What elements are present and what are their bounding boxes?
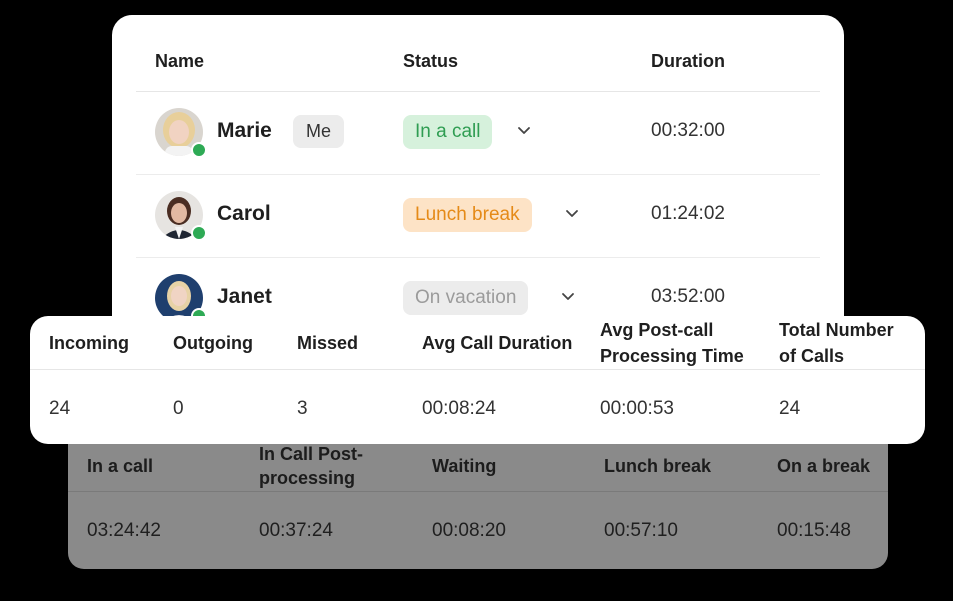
lunch-break-value: 00:57:10 bbox=[604, 520, 678, 541]
status-times-card: In a call In Call Post- processing Waiti… bbox=[68, 444, 888, 569]
avg-post-call-header-line2: Processing Time bbox=[600, 346, 744, 366]
waiting-value: 00:08:20 bbox=[432, 520, 506, 541]
avg-post-call-header-line1: Avg Post-call bbox=[600, 320, 714, 340]
me-badge: Me bbox=[293, 115, 345, 148]
incoming-value: 24 bbox=[49, 398, 71, 419]
total-calls-value: 24 bbox=[779, 398, 801, 419]
agents-table-header: Name Status Duration bbox=[136, 41, 820, 92]
name-column-header: Name bbox=[155, 51, 205, 71]
agent-name: Carol bbox=[217, 202, 271, 225]
online-indicator bbox=[191, 142, 207, 158]
status-column-header: Status bbox=[403, 51, 459, 71]
avatar bbox=[155, 108, 207, 158]
avg-post-call-value: 00:00:53 bbox=[600, 398, 674, 419]
agents-card: Name Status Duration Marie Me In a call … bbox=[112, 15, 844, 345]
status-pill[interactable]: On vacation bbox=[403, 281, 529, 315]
outgoing-header: Outgoing bbox=[173, 333, 253, 353]
incoming-header: Incoming bbox=[49, 333, 129, 353]
lunch-break-header: Lunch break bbox=[604, 456, 712, 476]
avatar bbox=[155, 191, 207, 241]
status-pill[interactable]: In a call bbox=[403, 115, 493, 149]
post-processing-header-line2: processing bbox=[259, 468, 356, 488]
total-calls-header-line1: Total Number bbox=[779, 320, 894, 340]
on-a-break-header: On a break bbox=[777, 456, 871, 476]
duration-value: 03:52:00 bbox=[651, 286, 725, 307]
total-calls-header-line2: of Calls bbox=[779, 346, 845, 366]
agent-name: Janet bbox=[217, 285, 272, 308]
status-pill[interactable]: Lunch break bbox=[403, 198, 532, 232]
duration-column-header: Duration bbox=[651, 51, 725, 71]
status-times-header: In a call In Call Post- processing Waiti… bbox=[68, 444, 888, 492]
call-stats-header: Incoming Outgoing Missed Avg Call Durati… bbox=[30, 316, 925, 370]
agent-row-carol[interactable]: Carol Lunch break 01:24:02 bbox=[136, 175, 820, 258]
dashboard-stage: Name Status Duration Marie Me In a call … bbox=[0, 0, 953, 601]
chevron-down-icon[interactable] bbox=[564, 205, 580, 221]
agent-name: Marie bbox=[217, 119, 272, 142]
waiting-header: Waiting bbox=[432, 456, 497, 476]
post-processing-header-line1: In Call Post- bbox=[259, 444, 364, 464]
in-a-call-header: In a call bbox=[87, 456, 154, 476]
call-stats-card: Incoming Outgoing Missed Avg Call Durati… bbox=[30, 316, 925, 444]
in-a-call-value: 03:24:42 bbox=[87, 520, 161, 541]
avg-call-duration-value: 00:08:24 bbox=[422, 398, 496, 419]
post-processing-value: 00:37:24 bbox=[259, 520, 333, 541]
agent-row-marie[interactable]: Marie Me In a call 00:32:00 bbox=[136, 92, 820, 175]
duration-value: 00:32:00 bbox=[651, 120, 725, 141]
online-indicator bbox=[191, 225, 207, 241]
avg-call-duration-header: Avg Call Duration bbox=[422, 333, 573, 353]
missed-value: 3 bbox=[297, 398, 308, 419]
avatar bbox=[155, 274, 207, 324]
chevron-down-icon[interactable] bbox=[516, 122, 532, 138]
duration-value: 01:24:02 bbox=[651, 203, 725, 224]
chevron-down-icon[interactable] bbox=[560, 288, 576, 304]
on-a-break-value: 00:15:48 bbox=[777, 520, 851, 541]
outgoing-value: 0 bbox=[173, 398, 184, 419]
missed-header: Missed bbox=[297, 333, 359, 353]
